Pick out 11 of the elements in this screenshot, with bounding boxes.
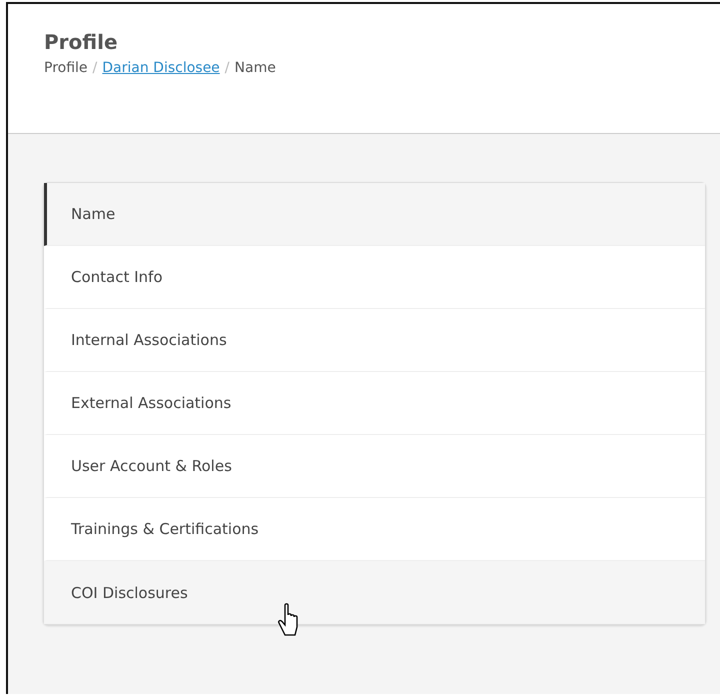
menu-item[interactable]: Internal Associations xyxy=(44,309,705,372)
breadcrumb-item: Profile xyxy=(44,60,88,76)
page-title: Profile xyxy=(44,30,119,54)
breadcrumb-separator: / xyxy=(92,60,98,76)
breadcrumb-item: Name xyxy=(234,60,276,76)
menu-item[interactable]: User Account & Roles xyxy=(44,435,705,498)
menu-item[interactable]: Name xyxy=(44,183,705,246)
breadcrumb-separator: / xyxy=(224,60,230,76)
menu-item[interactable]: External Associations xyxy=(44,372,705,435)
menu-item[interactable]: Contact Info xyxy=(44,246,705,309)
breadcrumb-link[interactable]: Darian Disclosee xyxy=(102,60,220,76)
